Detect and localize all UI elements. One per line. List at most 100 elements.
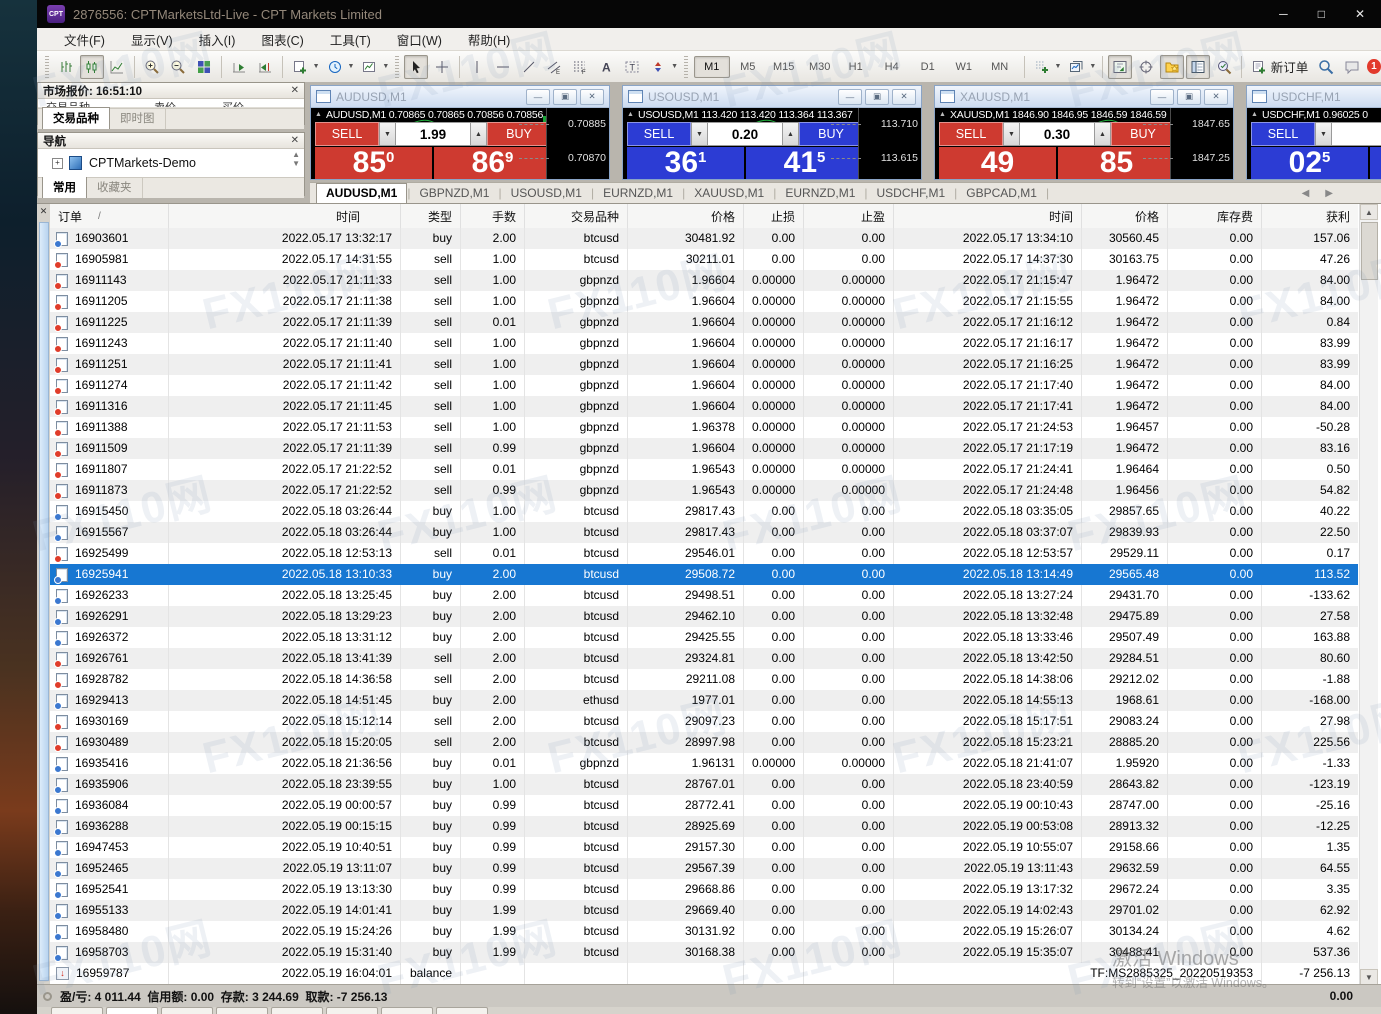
volume-input[interactable]: 0.30 xyxy=(1020,122,1094,146)
indicators-list-icon[interactable] xyxy=(357,55,381,79)
tab-scroll-right-icon[interactable]: ▶ xyxy=(1325,188,1333,199)
timeframe-button-w1[interactable]: W1 xyxy=(946,56,982,78)
vertical-line-icon[interactable] xyxy=(465,55,489,79)
column-header-4[interactable]: 交易品种 xyxy=(524,204,627,228)
chart-tab-gbpcad-m1[interactable]: GBPCAD,M1 xyxy=(957,184,1046,203)
column-header-5[interactable]: 价格 xyxy=(627,204,743,228)
scroll-down-icon[interactable]: ▼ xyxy=(292,159,300,168)
chart-tab-usousd-m1[interactable]: USOUSD,M1 xyxy=(502,184,591,203)
close-icon[interactable]: ✕ xyxy=(892,89,916,105)
order-row[interactable]: 169118732022.05.17 21:22:52sell0.99gbpnz… xyxy=(50,480,1358,501)
chart-shift-icon[interactable] xyxy=(253,55,277,79)
zoom-in-icon[interactable] xyxy=(140,55,164,79)
toolbar-grip[interactable] xyxy=(684,56,688,78)
close-icon[interactable]: ✕ xyxy=(291,136,299,146)
order-row[interactable]: 169474532022.05.19 10:40:51buy0.99btcusd… xyxy=(50,837,1358,858)
new-chart-icon[interactable] xyxy=(288,55,312,79)
tab-scroll-left-icon[interactable]: ◀ xyxy=(1302,188,1310,199)
crosshair-target-icon[interactable] xyxy=(1134,55,1158,79)
volume-input[interactable] xyxy=(1332,122,1381,146)
chart-tab-eurnzd-m1[interactable]: EURNZD,M1 xyxy=(776,184,864,203)
volume-decrease-button[interactable]: ▼ xyxy=(1315,122,1332,146)
order-row[interactable]: 169118072022.05.17 21:22:52sell0.01gbpnz… xyxy=(50,459,1358,480)
auto-scroll-icon[interactable] xyxy=(227,55,251,79)
chart-tab-xauusd-m1[interactable]: XAUUSD,M1 xyxy=(685,184,773,203)
order-row[interactable]: 169287822022.05.18 14:36:58sell2.00btcus… xyxy=(50,669,1358,690)
column-header-11[interactable]: 获利 xyxy=(1261,204,1358,228)
scroll-up-icon[interactable]: ▲ xyxy=(1360,204,1378,220)
order-row[interactable]: 169524652022.05.19 13:11:07buy0.99btcusd… xyxy=(50,858,1358,879)
new-order-button[interactable]: 新订单 xyxy=(1246,57,1314,76)
indicators-dropdown-icon[interactable]: ▼ xyxy=(382,63,389,70)
restore-icon[interactable]: ▣ xyxy=(1177,89,1201,105)
order-row[interactable]: 169263722022.05.18 13:31:12buy2.00btcusd… xyxy=(50,627,1358,648)
restore-icon[interactable]: ▣ xyxy=(553,89,577,105)
order-row[interactable]: 169587032022.05.19 15:31:40buy1.99btcusd… xyxy=(50,942,1358,963)
order-row[interactable]: 169059812022.05.17 14:31:55sell1.00btcus… xyxy=(50,249,1358,270)
timeframe-button-m1[interactable]: M1 xyxy=(694,56,730,78)
menu-item[interactable]: 显示(V) xyxy=(118,28,186,51)
terminal-tab-sliver[interactable] xyxy=(436,1007,488,1014)
column-header-9[interactable]: 价格 xyxy=(1081,204,1167,228)
order-row[interactable]: 169112512022.05.17 21:11:41sell1.00gbpnz… xyxy=(50,354,1358,375)
trendline-icon[interactable] xyxy=(517,55,541,79)
template-dropdown-icon[interactable]: ▼ xyxy=(1089,63,1096,70)
volume-increase-button[interactable]: ▲ xyxy=(470,122,487,146)
autotrading-icon[interactable] xyxy=(1108,55,1132,79)
line-chart-icon[interactable] xyxy=(106,55,130,79)
collapse-arrow-icon[interactable]: ▲ xyxy=(315,111,322,118)
bar-chart-icon[interactable] xyxy=(54,55,78,79)
chart-plot-area[interactable]: ▲AUDUSD,M1 0.70865 0.70865 0.70856 0.708… xyxy=(311,108,609,179)
add-indicator-dropdown-icon[interactable]: ▼ xyxy=(1055,63,1062,70)
tile-windows-icon[interactable] xyxy=(192,55,216,79)
add-indicator-icon[interactable] xyxy=(1030,55,1054,79)
close-icon[interactable]: ✕ xyxy=(291,86,299,96)
column-header-1[interactable]: 时间 xyxy=(168,204,400,228)
toolbar-grip[interactable] xyxy=(395,56,399,78)
order-row[interactable]: 169262332022.05.18 13:25:45buy2.00btcusd… xyxy=(50,585,1358,606)
terminal-tab-sliver[interactable] xyxy=(381,1007,433,1014)
order-row[interactable]: 169362882022.05.19 00:15:15buy0.99btcusd… xyxy=(50,816,1358,837)
menu-item[interactable]: 窗口(W) xyxy=(384,28,455,51)
tab-symbols[interactable]: 交易品种 xyxy=(42,107,110,129)
arrows-dropdown-icon[interactable]: ▼ xyxy=(671,63,678,70)
menu-item[interactable]: 文件(F) xyxy=(51,28,118,51)
column-header-7[interactable]: 止盈 xyxy=(803,204,893,228)
column-header-8[interactable]: 时间 xyxy=(893,204,1081,228)
order-row[interactable]: 169112742022.05.17 21:11:42sell1.00gbpnz… xyxy=(50,375,1358,396)
chart-plot-area[interactable]: ▲USDCHF,M1 0.96025 0SELL▼▲BUY025 xyxy=(1247,108,1381,179)
minimize-icon[interactable]: — xyxy=(1150,89,1174,105)
close-icon[interactable]: ✕ xyxy=(1204,89,1228,105)
menu-item[interactable]: 帮助(H) xyxy=(455,28,523,51)
text-label-icon[interactable]: T xyxy=(620,55,644,79)
maximize-icon[interactable]: □ xyxy=(1318,7,1325,21)
volume-decrease-button[interactable]: ▼ xyxy=(1003,122,1020,146)
order-row[interactable]: 169036012022.05.17 13:32:17buy2.00btcusd… xyxy=(50,228,1358,249)
volume-decrease-button[interactable]: ▼ xyxy=(691,122,708,146)
menu-item[interactable]: 插入(I) xyxy=(186,28,249,51)
volume-increase-button[interactable]: ▲ xyxy=(1094,122,1111,146)
chat-icon[interactable] xyxy=(1340,55,1364,79)
sell-button[interactable]: SELL xyxy=(939,122,1003,146)
zoom-out-icon[interactable] xyxy=(166,55,190,79)
column-header-6[interactable]: 止损 xyxy=(743,204,803,228)
minimize-icon[interactable]: — xyxy=(838,89,862,105)
order-row[interactable]: 169360842022.05.19 00:00:57buy0.99btcusd… xyxy=(50,795,1358,816)
template-icon[interactable] xyxy=(1064,55,1088,79)
chart-tab-eurnzd-m1[interactable]: EURNZD,M1 xyxy=(594,184,682,203)
column-header-0[interactable]: 订单/ xyxy=(50,204,168,228)
order-row[interactable]: 169111432022.05.17 21:11:33sell1.00gbpnz… xyxy=(50,270,1358,291)
balance-row[interactable]: ↓169597872022.05.19 16:04:01balanceTF:MS… xyxy=(50,963,1358,984)
menu-item[interactable]: 图表(C) xyxy=(248,28,316,51)
order-row[interactable]: 169354162022.05.18 21:36:56buy0.01gbpnzd… xyxy=(50,753,1358,774)
favorites-icon[interactable] xyxy=(1160,55,1184,79)
sell-button[interactable]: SELL xyxy=(627,122,691,146)
order-row[interactable]: 169267612022.05.18 13:41:39sell2.00btcus… xyxy=(50,648,1358,669)
column-header-10[interactable]: 库存费 xyxy=(1167,204,1261,228)
minimize-icon[interactable]: ─ xyxy=(1279,7,1288,21)
scroll-down-icon[interactable]: ▼ xyxy=(1360,969,1378,985)
chart-plot-area[interactable]: ▲USOUSD,M1 113.420 113.420 113.364 113.3… xyxy=(623,108,921,179)
chart-plot-area[interactable]: ▲XAUUSD,M1 1846.90 1846.95 1846.59 1846.… xyxy=(935,108,1233,179)
collapse-arrow-icon[interactable]: ▲ xyxy=(627,111,634,118)
terminal-tab-sliver[interactable] xyxy=(106,1007,158,1014)
